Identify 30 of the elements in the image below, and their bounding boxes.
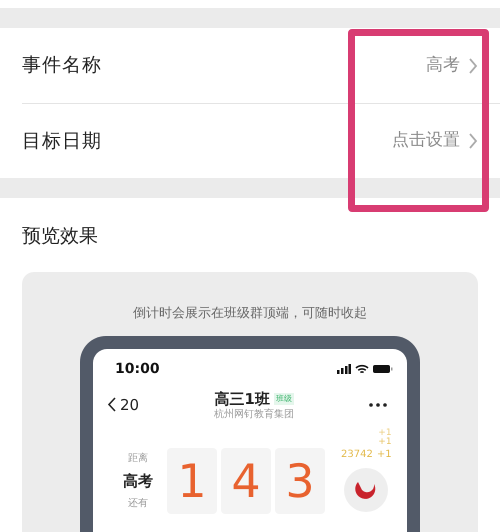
avatar-icon[interactable] [344, 468, 388, 512]
wifi-icon [355, 364, 369, 374]
back-icon [107, 397, 116, 412]
chevron-right-icon [468, 132, 478, 150]
group-name: 高三1班 [214, 388, 270, 408]
countdown-digit: 4 [221, 448, 271, 514]
countdown-digit: 3 [275, 448, 325, 514]
like-increment: +1 [378, 428, 392, 438]
countdown-prefix: 距离 [128, 452, 148, 466]
chevron-right-icon [468, 56, 478, 74]
like-increment: +1 [378, 438, 392, 446]
countdown-digit: 1 [167, 448, 217, 514]
countdown-event: 高考 [123, 470, 153, 492]
back-button[interactable]: 20 [107, 394, 140, 416]
countdown-suffix: 还有 [128, 497, 148, 512]
more-icon[interactable] [369, 402, 387, 407]
group-tag: 班级 [274, 392, 294, 405]
preview-caption: 倒计时会展示在班级群顶端，可随时收起 [132, 305, 368, 323]
signal-icon [337, 364, 351, 374]
section-title: 预览效果 [22, 225, 98, 247]
setting-label: 目标日期 [22, 128, 102, 154]
settings-row[interactable]: 事件名称 高考 [22, 28, 500, 103]
setting-label: 事件名称 [22, 53, 102, 78]
like-count: 23742 [341, 448, 373, 462]
setting-value: 点击设置 [392, 129, 460, 152]
setting-value: 高考 [426, 54, 460, 77]
battery-icon [373, 364, 393, 374]
organization-name: 杭州网钉教育集团 [214, 408, 294, 422]
like-increment: +1 [376, 448, 392, 462]
status-time: 10:00 [114, 360, 160, 378]
